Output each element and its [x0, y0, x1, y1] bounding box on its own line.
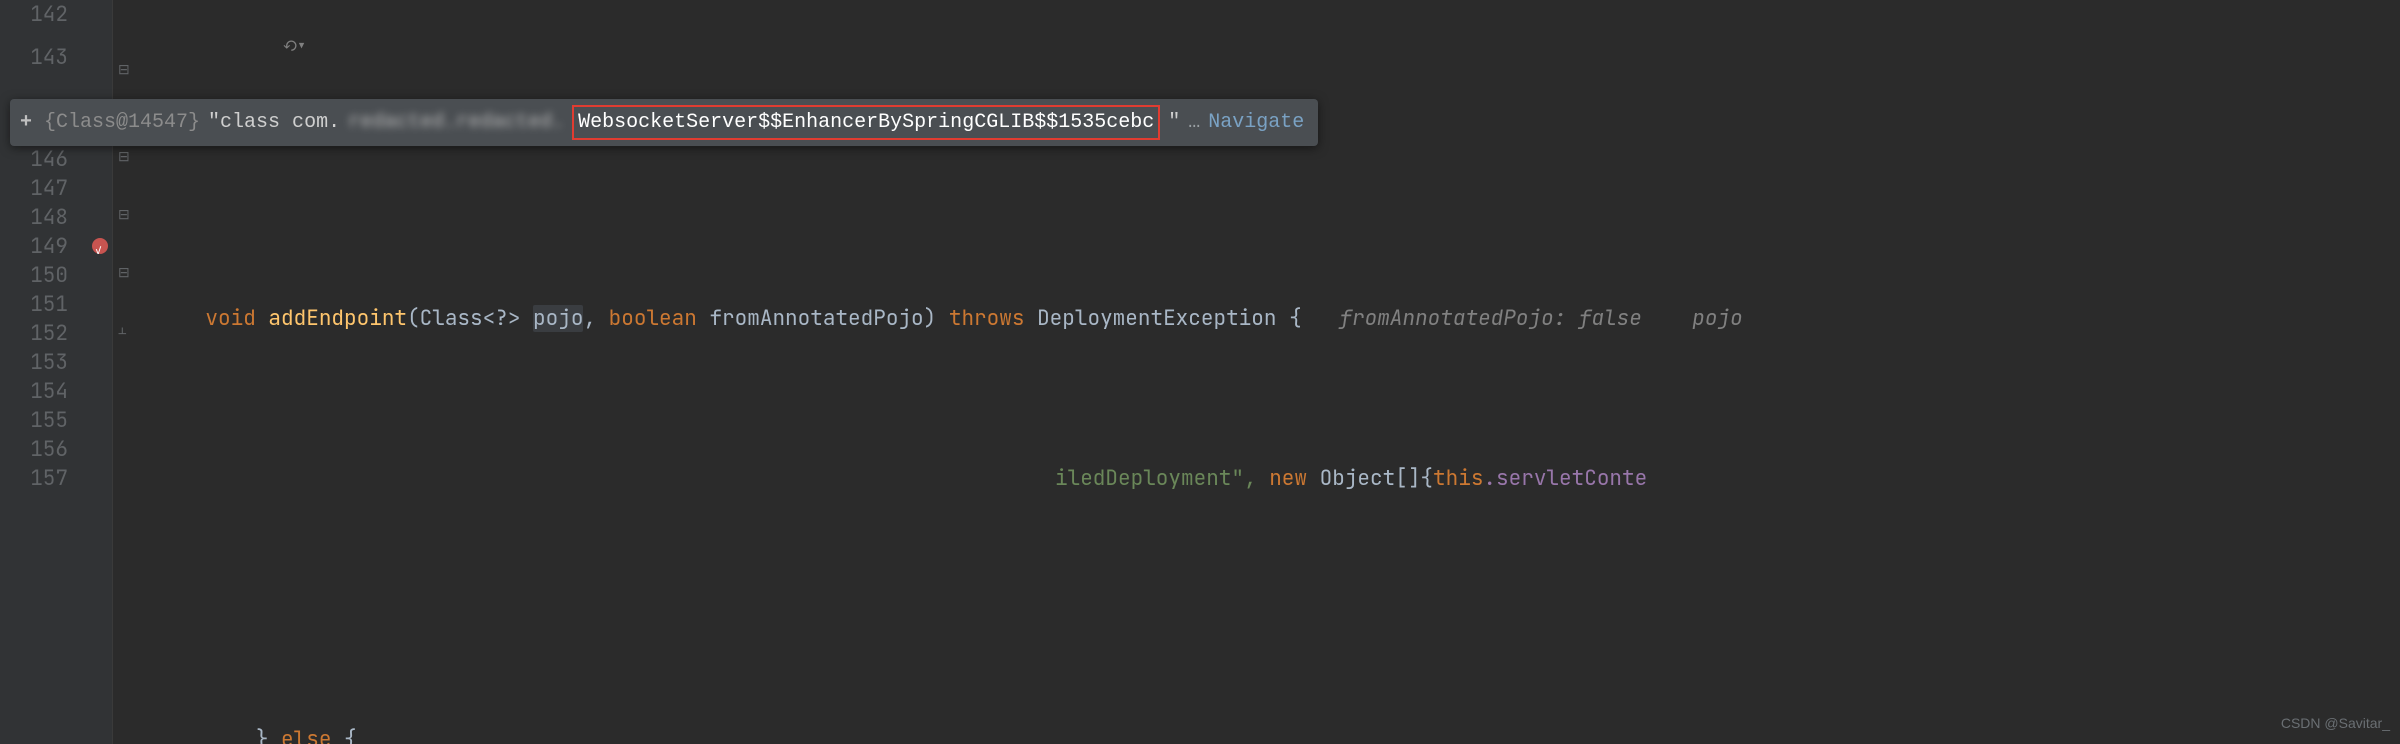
tooltip-ellipsis: … — [1188, 108, 1200, 137]
fold-toggle-icon[interactable]: ⊟ — [118, 63, 130, 77]
code-text: , — [583, 305, 608, 332]
field-ref: .servletConte — [1483, 465, 1647, 492]
line-number: 152 — [0, 319, 68, 348]
line-number: 157 — [0, 464, 68, 493]
fold-end-icon[interactable]: ⊥ — [118, 324, 127, 338]
line-number: 154 — [0, 377, 68, 406]
keyword: throws — [949, 305, 1025, 332]
line-number: 150 — [0, 261, 68, 290]
line-number: 147 — [0, 174, 68, 203]
line-number: 153 — [0, 348, 68, 377]
fold-toggle-icon[interactable]: ⊟ — [118, 266, 130, 280]
tooltip-text: " — [1168, 108, 1180, 137]
line-number: 146 — [0, 145, 68, 174]
keyword: new — [1269, 465, 1307, 492]
breakpoint-icon[interactable] — [92, 238, 108, 254]
tooltip-text: "class com. — [208, 108, 340, 137]
code-text: Object[]{ — [1307, 465, 1433, 492]
tooltip-blurred-text: redacted.redacted. — [348, 108, 564, 137]
keyword: boolean — [609, 305, 697, 332]
string-literal: iledDeployment", — [1055, 465, 1269, 492]
code-line[interactable] — [137, 145, 2400, 174]
line-number: 155 — [0, 406, 68, 435]
parameter: pojo — [533, 305, 583, 332]
keyword: void — [205, 305, 255, 332]
tooltip-highlighted-class: WebsocketServer$$EnhancerBySpringCGLIB$$… — [572, 105, 1160, 140]
navigate-link[interactable]: Navigate — [1208, 108, 1304, 137]
line-number: 148 — [0, 203, 68, 232]
intention-gear-icon[interactable]: ⟲▾ — [285, 32, 307, 61]
code-text: ) — [924, 305, 949, 332]
fold-toggle-icon[interactable]: ⊟ — [118, 150, 130, 164]
code-text: (Class<?> — [407, 305, 533, 332]
expand-icon[interactable]: + — [20, 108, 32, 137]
fold-toggle-icon[interactable]: ⊟ — [118, 208, 130, 222]
keyword: else — [281, 726, 331, 744]
line-number: 142 — [0, 0, 68, 29]
code-line[interactable]: } else { — [137, 725, 2400, 744]
line-number: 151 — [0, 290, 68, 319]
code-text: } — [256, 726, 281, 744]
inlay-hint: fromAnnotatedPojo: false pojo — [1302, 305, 1743, 332]
code-line[interactable]: iledDeployment", new Object[]{this.servl… — [137, 464, 2400, 493]
line-number: 149 — [0, 232, 68, 261]
method-name: addEndpoint — [268, 305, 407, 332]
line-number: 156 — [0, 435, 68, 464]
code-line[interactable] — [137, 580, 2400, 609]
code-text: { — [331, 726, 356, 744]
code-text: DeploymentException { — [1024, 305, 1301, 332]
tooltip-object-id: {Class@14547} — [44, 108, 200, 137]
line-number: 143 — [0, 29, 68, 87]
debugger-evaluate-tooltip[interactable]: + {Class@14547} "class com. redacted.reda… — [10, 99, 1318, 146]
parameter: fromAnnotatedPojo — [697, 305, 924, 332]
watermark: CSDN @Savitar_ — [2281, 709, 2390, 738]
code-line[interactable]: void addEndpoint(Class<?> pojo, boolean … — [137, 290, 2400, 348]
keyword: this — [1433, 465, 1483, 492]
